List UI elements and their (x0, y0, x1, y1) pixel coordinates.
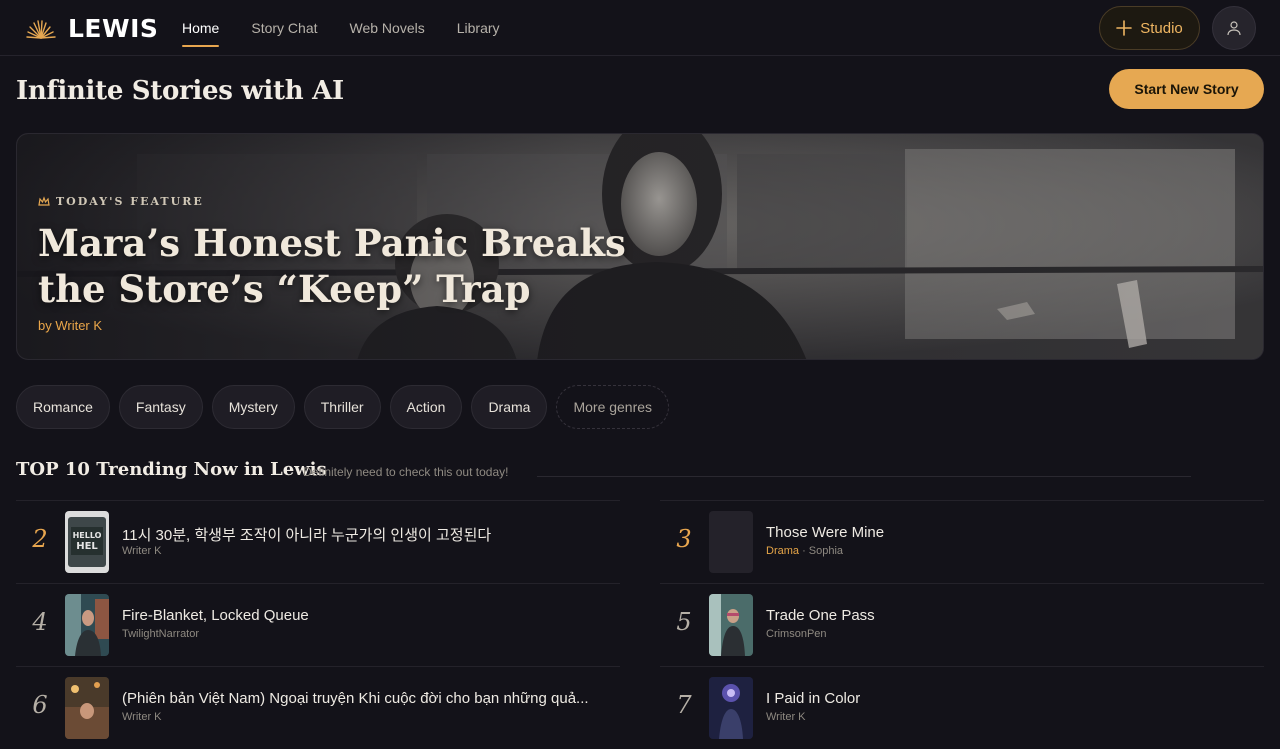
trending-list-left: 2 HELLO HEL 11시 30분, 학생부 조작이 아니라 누군가의 인생… (16, 500, 620, 749)
story-cover: HELLO HEL (65, 511, 109, 573)
story-title: (Phiên bản Việt Nam) Ngoại truyện Khi cu… (122, 690, 589, 707)
story-author: Writer K (122, 711, 162, 723)
story-title: Trade One Pass (766, 607, 875, 624)
trending-title: TOP 10 Trending Now in Lewis (16, 459, 327, 480)
story-cover (709, 594, 753, 656)
rank-number: 7 (676, 691, 692, 719)
genre-chips: Romance Fantasy Mystery Thriller Action … (16, 385, 670, 429)
nav-link-home[interactable]: Home (182, 0, 220, 56)
story-author: Writer K (766, 711, 806, 723)
rank-number: 5 (676, 608, 692, 636)
story-author: CrimsonPen (766, 628, 827, 640)
trending-item[interactable]: 7 I Paid in Color Writer K (660, 666, 1264, 749)
trending-divider (537, 476, 1191, 477)
story-meta: Drama · Sophia (766, 545, 844, 557)
genre-chip-action[interactable]: Action (389, 385, 463, 429)
trending-list-right: 3 Those Were Mine Drama · Sophia 5 Trade… (660, 500, 1264, 749)
nav-links: Home Story Chat Web Novels Library (182, 0, 500, 56)
trending-item[interactable]: 6 (Phiên bản Việt Nam) Ngoại truyện Khi … (16, 666, 620, 749)
plus-icon (1116, 20, 1133, 36)
page-title: Infinite Stories with AI (16, 76, 344, 106)
genre-chip-drama[interactable]: Drama (471, 385, 548, 429)
story-author: TwilightNarrator (122, 628, 200, 640)
sunrise-rays-icon (26, 19, 56, 39)
brand-logo[interactable]: LEWIS (24, 14, 158, 43)
genre-chip-romance[interactable]: Romance (16, 385, 110, 429)
trending-item[interactable]: 2 HELLO HEL 11시 30분, 학생부 조작이 아니라 누군가의 인생… (16, 500, 620, 583)
story-author: Sophia (808, 545, 844, 557)
hero-tag: TODAY'S FEATURE (38, 195, 204, 208)
nav-link-library[interactable]: Library (457, 0, 500, 56)
story-cover (709, 677, 753, 739)
brand-name: LEWIS (68, 14, 159, 43)
story-cover (65, 677, 109, 739)
story-title: Those Were Mine (766, 524, 885, 541)
rank-number: 6 (32, 691, 48, 719)
genre-chip-thriller[interactable]: Thriller (303, 385, 381, 429)
crown-icon (38, 195, 50, 206)
story-genre: Drama (766, 545, 800, 557)
story-cover (65, 594, 109, 656)
svg-text:HEL: HEL (76, 541, 98, 552)
trending-item[interactable]: 4 Fire-Blanket, Locked Queue TwilightNar… (16, 583, 620, 666)
nav-link-web-novels[interactable]: Web Novels (350, 0, 425, 56)
story-title: 11시 30분, 학생부 조작이 아니라 누군가의 인생이 고정된다 (122, 527, 492, 544)
genre-chip-mystery[interactable]: Mystery (211, 385, 295, 429)
hero-tag-label: TODAY'S FEATURE (56, 195, 204, 208)
genre-chip-fantasy[interactable]: Fantasy (118, 385, 203, 429)
studio-button[interactable]: Studio (1099, 6, 1200, 50)
trending-subtitle: Definitely need to check this out today! (303, 465, 509, 479)
story-title: I Paid in Color (766, 690, 861, 707)
user-icon (1227, 21, 1241, 36)
hero-title: Mara’s Honest Panic Breaks the Store’s “… (38, 221, 626, 311)
top-nav: LEWIS Home Story Chat Web Novels Library… (0, 0, 1280, 56)
story-title: Fire-Blanket, Locked Queue (122, 607, 309, 624)
nav-link-story-chat[interactable]: Story Chat (251, 0, 317, 56)
more-genres-button[interactable]: More genres (556, 385, 670, 429)
hero-author: by Writer K (38, 318, 103, 333)
trending-item[interactable]: 5 Trade One Pass CrimsonPen (660, 583, 1264, 666)
rank-number: 4 (32, 608, 48, 636)
svg-text:HELLO: HELLO (73, 531, 102, 540)
studio-label: Studio (1140, 19, 1183, 37)
profile-button[interactable] (1212, 6, 1256, 50)
story-cover-empty (709, 511, 753, 573)
rank-number: 3 (676, 525, 692, 553)
trending-item[interactable]: 3 Those Were Mine Drama · Sophia (660, 500, 1264, 583)
featured-hero[interactable]: TODAY'S FEATURE Mara’s Honest Panic Brea… (16, 133, 1264, 360)
rank-number: 2 (32, 525, 48, 553)
start-new-story-button[interactable]: Start New Story (1109, 69, 1264, 109)
story-author: Writer K (122, 545, 162, 557)
